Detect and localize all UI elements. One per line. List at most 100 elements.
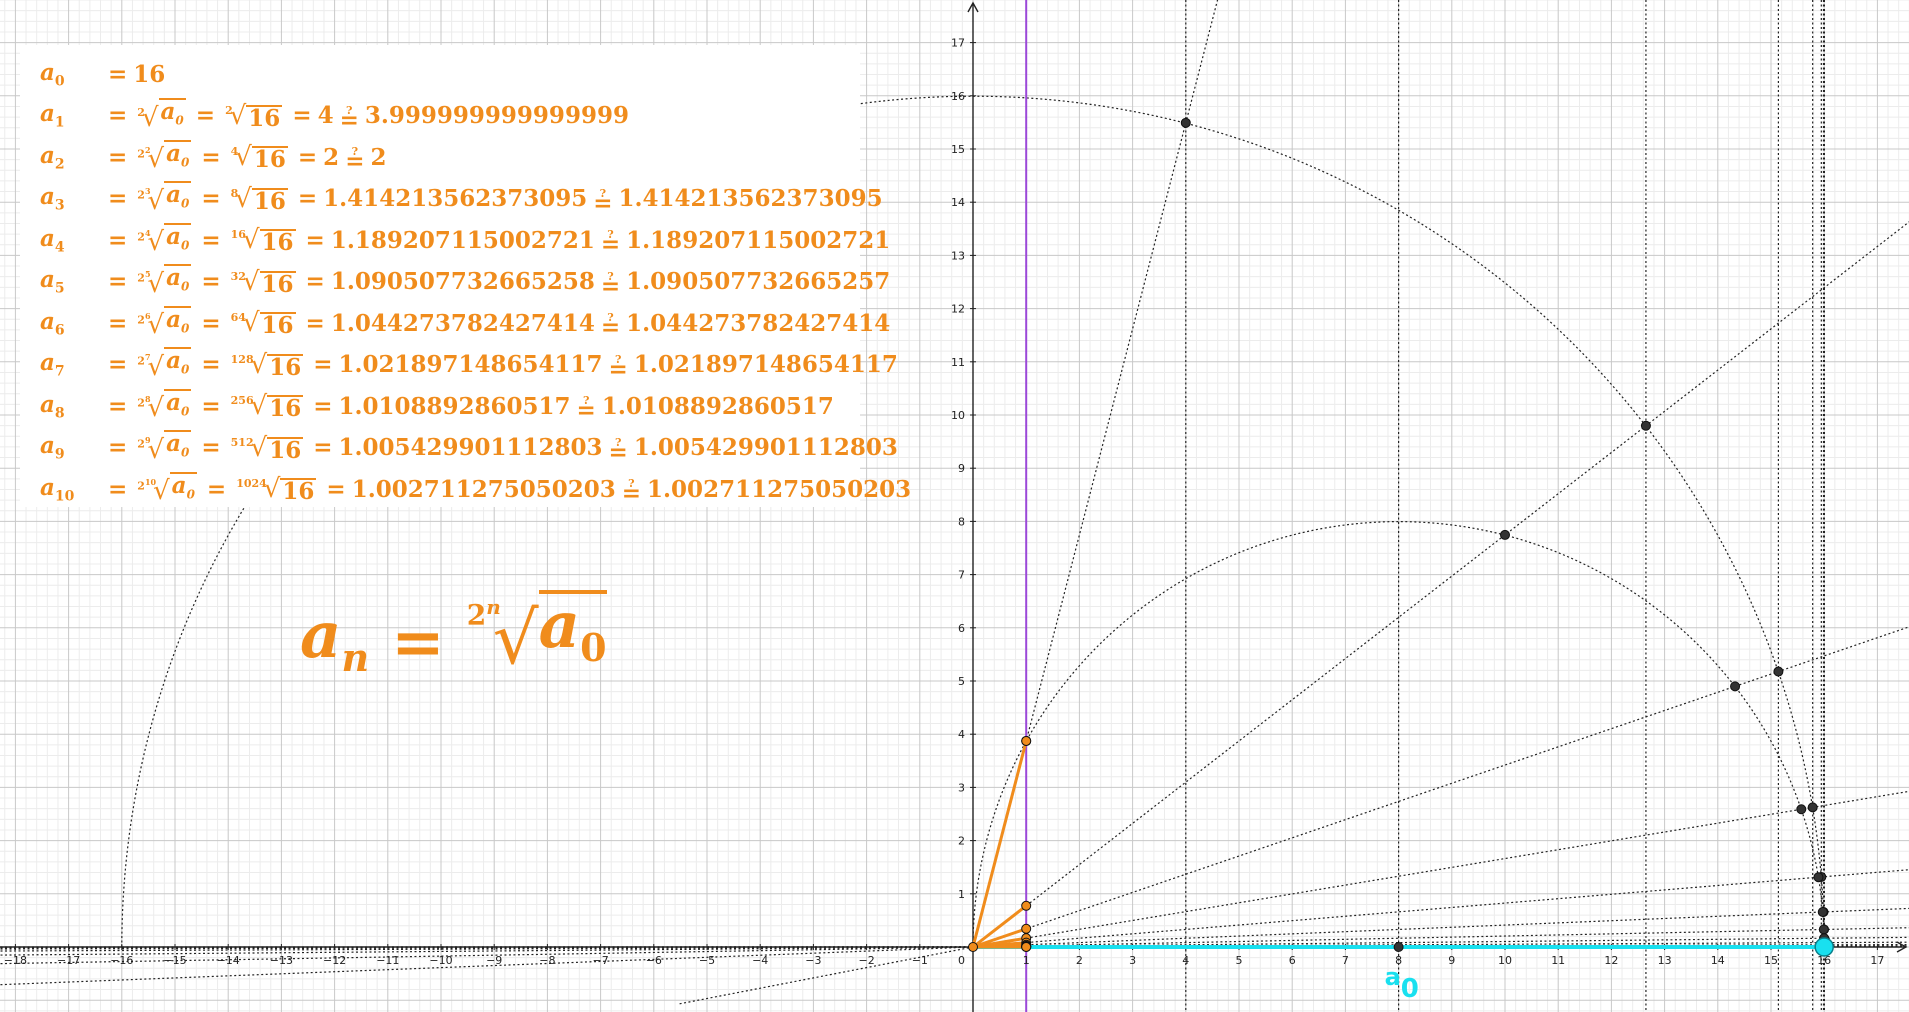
formula-term-name: a3 (40, 183, 65, 214)
point-small-circle[interactable] (1730, 681, 1741, 692)
x-tick-label: −16 (110, 954, 133, 967)
point-small-circle[interactable] (1813, 872, 1824, 883)
formula-expression: = 2 √ a0 = 2 √ 16 = 4? = 3.999999999999999 (108, 98, 629, 134)
x-tick-label: −7 (592, 954, 608, 967)
formula-expression: = 27 √ a0 = 128 √ 16 = 1.021897148654117? = 1.02189… (108, 347, 898, 383)
x-tick-label: 6 (1289, 954, 1296, 967)
y-tick-label: 7 (958, 569, 965, 582)
formula-panel: a0 = 16 a1 = 2 √ a0 = 2 √ 16 = 4? = 3.999999999999999 a2… (20, 45, 911, 507)
x-tick-label: 1 (1023, 954, 1030, 967)
formula-term-name: a10 (40, 473, 75, 505)
formula-expression: = 25 √ a0 = 32 √ 16 = 1.090507732665258? = 1.090507… (108, 264, 891, 300)
formula-expression: = 29 √ a0 = 512 √ 16 = 1.005429901112803? = 1.00542… (108, 430, 898, 466)
x-tick-label: −5 (699, 954, 715, 967)
x-tick-label: 14 (1711, 954, 1725, 967)
x-tick-label: 15 (1764, 954, 1778, 967)
formula-row: a6 = 26 √ a0 = 64 √ 16 = 1.044273782427414? = 1.0442… (40, 304, 890, 342)
formula-row: a5 = 25 √ a0 = 32 √ 16 = 1.090507732665258? = 1.0905… (40, 263, 890, 301)
x-tick-label: −3 (805, 954, 821, 967)
formula-term-name: a8 (40, 390, 65, 422)
x-tick-label: 3 (1129, 954, 1136, 967)
x-tick-label: −12 (323, 954, 346, 967)
y-tick-label: 14 (951, 196, 965, 209)
point-small-circle[interactable] (1818, 924, 1829, 935)
general-formula-lhs: an (300, 598, 370, 680)
formula-expression: = 26 √ a0 = 64 √ 16 = 1.044273782427414? = 1.044273… (108, 305, 891, 341)
x-tick-label: 2 (1076, 954, 1083, 967)
point-root[interactable] (1021, 941, 1032, 952)
y-tick-label: 10 (951, 409, 965, 422)
point-small-circle[interactable] (1500, 529, 1510, 540)
x-tick-label: 12 (1604, 954, 1618, 967)
formula-term-name: a5 (40, 266, 65, 297)
formula-expression: = 210 √ a0 = 1024 √ 16 = 1.002711275050203? = 1.002… (108, 471, 912, 507)
x-tick-label: −18 (4, 954, 27, 967)
y-tick-label: 9 (958, 462, 965, 475)
x-tick-label: −1 (912, 954, 928, 967)
root-segment (971, 740, 1028, 948)
general-formula-equals: = (391, 604, 445, 680)
formula-term-name: a9 (40, 432, 65, 463)
point-big-circle[interactable] (1180, 117, 1191, 128)
general-formula-radicand: a0 (538, 590, 607, 680)
y-tick-label: 5 (958, 675, 965, 688)
y-tick-label: 13 (951, 249, 965, 262)
formula-row: a7 = 27 √ a0 = 128 √ 16 = 1.021897148654117? = 1.021… (40, 346, 898, 384)
y-tick-label: 4 (958, 728, 965, 741)
x-tick-label: −15 (163, 954, 186, 967)
x-tick-label: −14 (217, 954, 240, 967)
y-tick-label: 11 (951, 356, 965, 369)
x-tick-label: −17 (57, 954, 80, 967)
formula-expression: = 28 √ a0 = 256 √ 16 = 1.0108892860517? = 1.0108892… (108, 388, 834, 424)
y-tick-label: 6 (958, 622, 965, 635)
y-tick-label: 17 (951, 37, 965, 50)
formula-row: a4 = 24 √ a0 = 16 √ 16 = 1.189207115002721? = 1.1892… (40, 221, 890, 259)
y-tick-label: 2 (958, 835, 965, 848)
x-tick-label: −8 (539, 954, 555, 967)
point-big-circle[interactable] (1640, 420, 1651, 431)
geometry-canvas[interactable]: −18 −17 −16 −15 −14 −13 −12 −11 −10 −9 −8 −7 −6 −5 −4−… (0, 0, 1909, 1012)
point-big-circle[interactable] (1807, 802, 1818, 813)
formula-term-name: a1 (40, 100, 65, 131)
point-root[interactable] (1021, 900, 1032, 911)
formula-row: a1 = 2 √ a0 = 2 √ 16 = 4? = 3.999999999999999 (40, 97, 629, 135)
x-tick-label: −2 (858, 954, 874, 967)
point-root[interactable] (1021, 923, 1032, 934)
point-midpoint[interactable] (1393, 942, 1404, 952)
formula-term-name: a6 (40, 307, 65, 339)
x-tick-label: 5 (1236, 954, 1243, 967)
y-tick-label: 8 (958, 515, 965, 528)
y-tick-label: 3 (958, 781, 965, 794)
y-tick-label: 16 (951, 90, 965, 103)
formula-term-name: a0 (40, 58, 65, 90)
formula-expression: = 16 (108, 60, 166, 88)
point-root[interactable] (1021, 735, 1032, 746)
x-tick-label: −9 (486, 954, 502, 967)
formula-expression: = 24 √ a0 = 16 √ 16 = 1.189207115002721? = 1.189207… (108, 222, 891, 258)
x-tick-label: −6 (646, 954, 662, 967)
ray-back (679, 946, 974, 1005)
x-tick-label: 13 (1658, 954, 1672, 967)
point-small-circle[interactable] (1796, 804, 1807, 815)
y-tick-label: 12 (951, 303, 965, 316)
x-tick-label: 11 (1551, 954, 1565, 967)
point-origin[interactable] (968, 942, 978, 952)
formula-expression: = 23 √ a0 = 8 √ 16 = 1.414213562373095? = 1.4142135… (108, 181, 883, 217)
point-a0[interactable] (1814, 937, 1834, 957)
formula-expression: = 22 √ a0 = 4 √ 16 = 2? = 2 (108, 139, 387, 175)
formula-row: a2 = 22 √ a0 = 4 √ 16 = 2? = 2 (40, 138, 386, 176)
formula-row: a0 = 16 (40, 55, 165, 93)
x-tick-label: 7 (1342, 954, 1349, 967)
point-small-circle[interactable] (1817, 906, 1828, 917)
x-tick-label: −10 (429, 954, 452, 967)
formula-row: a8 = 28 √ a0 = 256 √ 16 = 1.0108892860517? = 1.01088… (40, 387, 834, 425)
x-tick-label: −11 (376, 954, 399, 967)
point-big-circle[interactable] (1773, 666, 1784, 677)
x-tick-label: 4 (1182, 954, 1189, 967)
formula-row: a9 = 29 √ a0 = 512 √ 16 = 1.005429901112803? = 1.005… (40, 429, 898, 467)
formula-term-name: a2 (40, 141, 65, 173)
x-tick-label: 10 (1498, 954, 1512, 967)
x-tick-label: 17 (1870, 954, 1884, 967)
origin-label: 0 (958, 954, 965, 967)
x-tick-label: −13 (270, 954, 293, 967)
